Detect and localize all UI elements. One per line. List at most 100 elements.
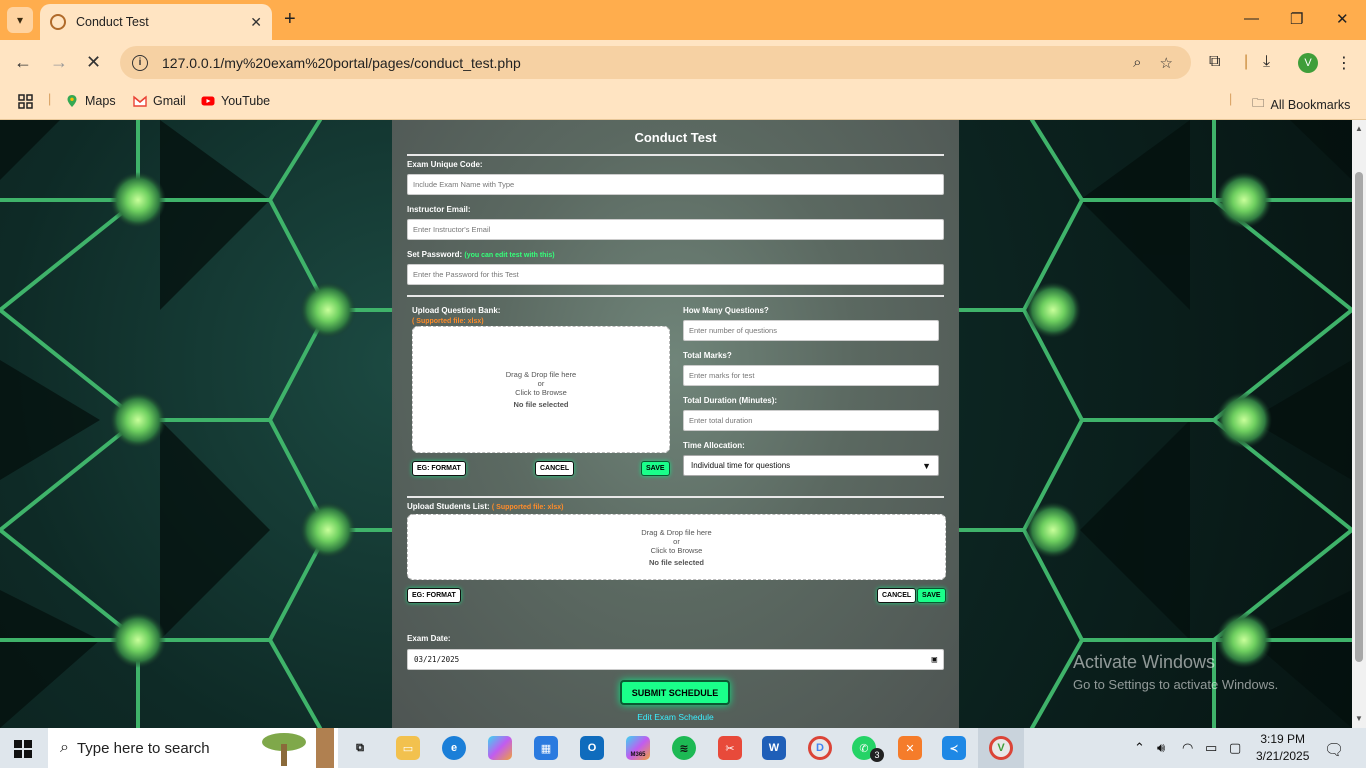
num-questions-label: How Many Questions? — [683, 306, 769, 315]
m365-icon[interactable]: M365 — [626, 736, 650, 760]
students-list-dropzone[interactable]: Drag & Drop file here or Click to Browse… — [407, 514, 946, 580]
edit-exam-schedule-link[interactable]: Edit Exam Schedule — [392, 712, 959, 722]
calendar-icon[interactable]: ▣ — [932, 655, 937, 665]
minimize-icon[interactable]: — — [1244, 10, 1259, 27]
question-bank-dropzone[interactable]: Drag & Drop file here or Click to Browse… — [412, 326, 670, 453]
tab-search-button[interactable]: ▾ — [7, 7, 33, 33]
menu-kebab-icon[interactable]: ⋮ — [1336, 53, 1352, 73]
scroll-down-icon[interactable]: ▼ — [1355, 714, 1363, 723]
scroll-thumb[interactable] — [1355, 172, 1363, 662]
exam-code-input[interactable]: Include Exam Name with Type — [407, 174, 944, 195]
snipping-tool-icon[interactable]: ✂ — [718, 736, 742, 760]
exam-date-label: Exam Date: — [407, 634, 451, 643]
youtube-icon — [201, 96, 215, 106]
bookmark-gmail[interactable]: Gmail — [133, 94, 186, 108]
profile-avatar[interactable]: V — [1298, 53, 1318, 73]
windows-start-icon[interactable] — [14, 740, 32, 758]
chevron-down-icon: ▼ — [922, 460, 931, 471]
divider — [407, 496, 944, 498]
forward-icon[interactable]: → — [50, 52, 68, 73]
duration-input[interactable]: Enter total duration — [683, 410, 939, 431]
submit-schedule-button[interactable]: SUBMIT SCHEDULE — [620, 680, 730, 705]
bookmark-youtube[interactable]: YouTube — [201, 94, 270, 108]
dropzone-text: Drag & Drop file here — [505, 370, 577, 379]
battery-icon[interactable]: ▭ — [1205, 740, 1217, 756]
exam-date-input[interactable]: 03/21/2025 ▣ — [407, 649, 944, 670]
browser-toolbar: ← → ✕ i 127.0.0.1/my%20exam%20portal/pag… — [0, 40, 1366, 86]
chevron-down-icon: ▾ — [16, 13, 24, 27]
chrome-profile-v-icon[interactable]: V — [989, 736, 1013, 760]
students-list-cancel-button[interactable]: CANCEL — [877, 588, 917, 603]
vscode-icon[interactable]: ≺ — [942, 736, 966, 760]
students-list-format-button[interactable]: EG: FORMAT — [407, 588, 461, 603]
bookmark-star-icon[interactable]: ☆ — [1160, 54, 1173, 72]
xampp-icon[interactable]: ✕ — [898, 736, 922, 760]
outlook-icon[interactable]: O — [580, 736, 604, 760]
password-input[interactable]: Enter the Password for this Test — [407, 264, 944, 285]
instructor-email-input[interactable]: Enter Instructor's Email — [407, 219, 944, 240]
divider — [407, 295, 944, 297]
duration-label: Total Duration (Minutes): — [683, 396, 778, 405]
new-tab-button[interactable]: + — [284, 8, 296, 31]
question-bank-cancel-button[interactable]: CANCEL — [535, 461, 575, 476]
store-icon[interactable]: ▦ — [534, 736, 558, 760]
spotify-icon[interactable]: ≋ — [672, 736, 696, 760]
word-icon[interactable]: W — [762, 736, 786, 760]
address-bar[interactable]: i 127.0.0.1/my%20exam%20portal/pages/con… — [120, 46, 1191, 79]
no-file-text: No file selected — [513, 400, 569, 409]
page-viewport: Conduct Test Exam Unique Code: Include E… — [0, 120, 1352, 728]
zoom-icon[interactable]: ⌕ — [1133, 54, 1141, 71]
edge-icon[interactable]: e — [442, 736, 466, 760]
wifi-icon[interactable]: ◠ — [1182, 740, 1193, 756]
restore-icon[interactable]: ❐ — [1290, 10, 1303, 28]
m365-label: M365 — [630, 752, 646, 758]
time-allocation-label: Time Allocation: — [683, 441, 745, 450]
meet-now-icon[interactable]: ▢ — [1229, 740, 1241, 756]
bookmark-maps[interactable]: Maps — [65, 94, 116, 108]
password-label: Set Password: (you can edit test with th… — [407, 250, 555, 259]
question-bank-format-button[interactable]: EG: FORMAT — [412, 461, 466, 476]
notifications-icon[interactable]: 🗨︎ — [1324, 740, 1344, 760]
apps-grid-icon[interactable] — [18, 94, 34, 110]
dropzone-text: Drag & Drop file here — [641, 527, 712, 537]
search-highlight-tree-icon — [262, 728, 334, 768]
question-bank-label: Upload Question Bank: — [412, 306, 501, 315]
task-view-icon[interactable]: ⧉ — [348, 736, 372, 760]
maps-pin-icon — [67, 95, 77, 107]
scroll-up-icon[interactable]: ▲ — [1355, 124, 1363, 133]
copilot-icon[interactable] — [488, 736, 512, 760]
chrome-profile-d-icon[interactable]: D — [808, 736, 832, 760]
stop-loading-icon[interactable]: ✕ — [86, 52, 101, 73]
total-marks-label: Total Marks? — [683, 351, 732, 360]
num-questions-input[interactable]: Enter number of questions — [683, 320, 939, 341]
window-close-icon[interactable]: ✕ — [1336, 10, 1349, 28]
extensions-icon[interactable]: ⧉ — [1209, 53, 1220, 71]
site-info-icon[interactable]: i — [132, 54, 148, 71]
dropzone-text: or — [673, 536, 680, 546]
time-allocation-value: Individual time for questions — [691, 461, 791, 470]
exam-code-label: Exam Unique Code: — [407, 160, 483, 169]
page-scrollbar[interactable]: ▲ ▼ — [1352, 120, 1366, 728]
volume-icon[interactable]: 🔊︎ — [1157, 740, 1165, 756]
download-icon[interactable]: ⤓ — [1263, 53, 1270, 71]
bookmark-label: Gmail — [153, 94, 186, 108]
file-explorer-icon[interactable]: ▭ — [396, 736, 420, 760]
bookmark-label: YouTube — [221, 94, 271, 108]
back-icon[interactable]: ← — [14, 52, 32, 73]
all-bookmarks-button[interactable]: 🗀 All Bookmarks — [1252, 94, 1350, 115]
tray-chevron-icon[interactable]: ⌃ — [1134, 740, 1145, 756]
conduct-test-panel: Conduct Test Exam Unique Code: Include E… — [392, 120, 959, 728]
tab-close-icon[interactable]: ✕ — [250, 14, 262, 31]
question-bank-save-button[interactable]: SAVE — [641, 461, 670, 476]
gmail-icon — [133, 95, 147, 107]
students-list-save-button[interactable]: SAVE — [917, 588, 946, 603]
address-url[interactable]: 127.0.0.1/my%20exam%20portal/pages/condu… — [162, 55, 1133, 71]
bookmark-label: Maps — [85, 94, 116, 108]
bookmarks-divider: | — [1229, 92, 1233, 106]
time-allocation-select[interactable]: Individual time for questions ▼ — [683, 455, 939, 476]
tab-conduct-test[interactable]: Conduct Test ✕ — [40, 4, 272, 40]
tab-favicon-icon — [50, 14, 66, 30]
toolbar-divider: | — [1244, 53, 1249, 70]
taskbar-clock[interactable]: 3:19 PM 3/21/2025 — [1256, 731, 1309, 765]
total-marks-input[interactable]: Enter marks for test — [683, 365, 939, 386]
